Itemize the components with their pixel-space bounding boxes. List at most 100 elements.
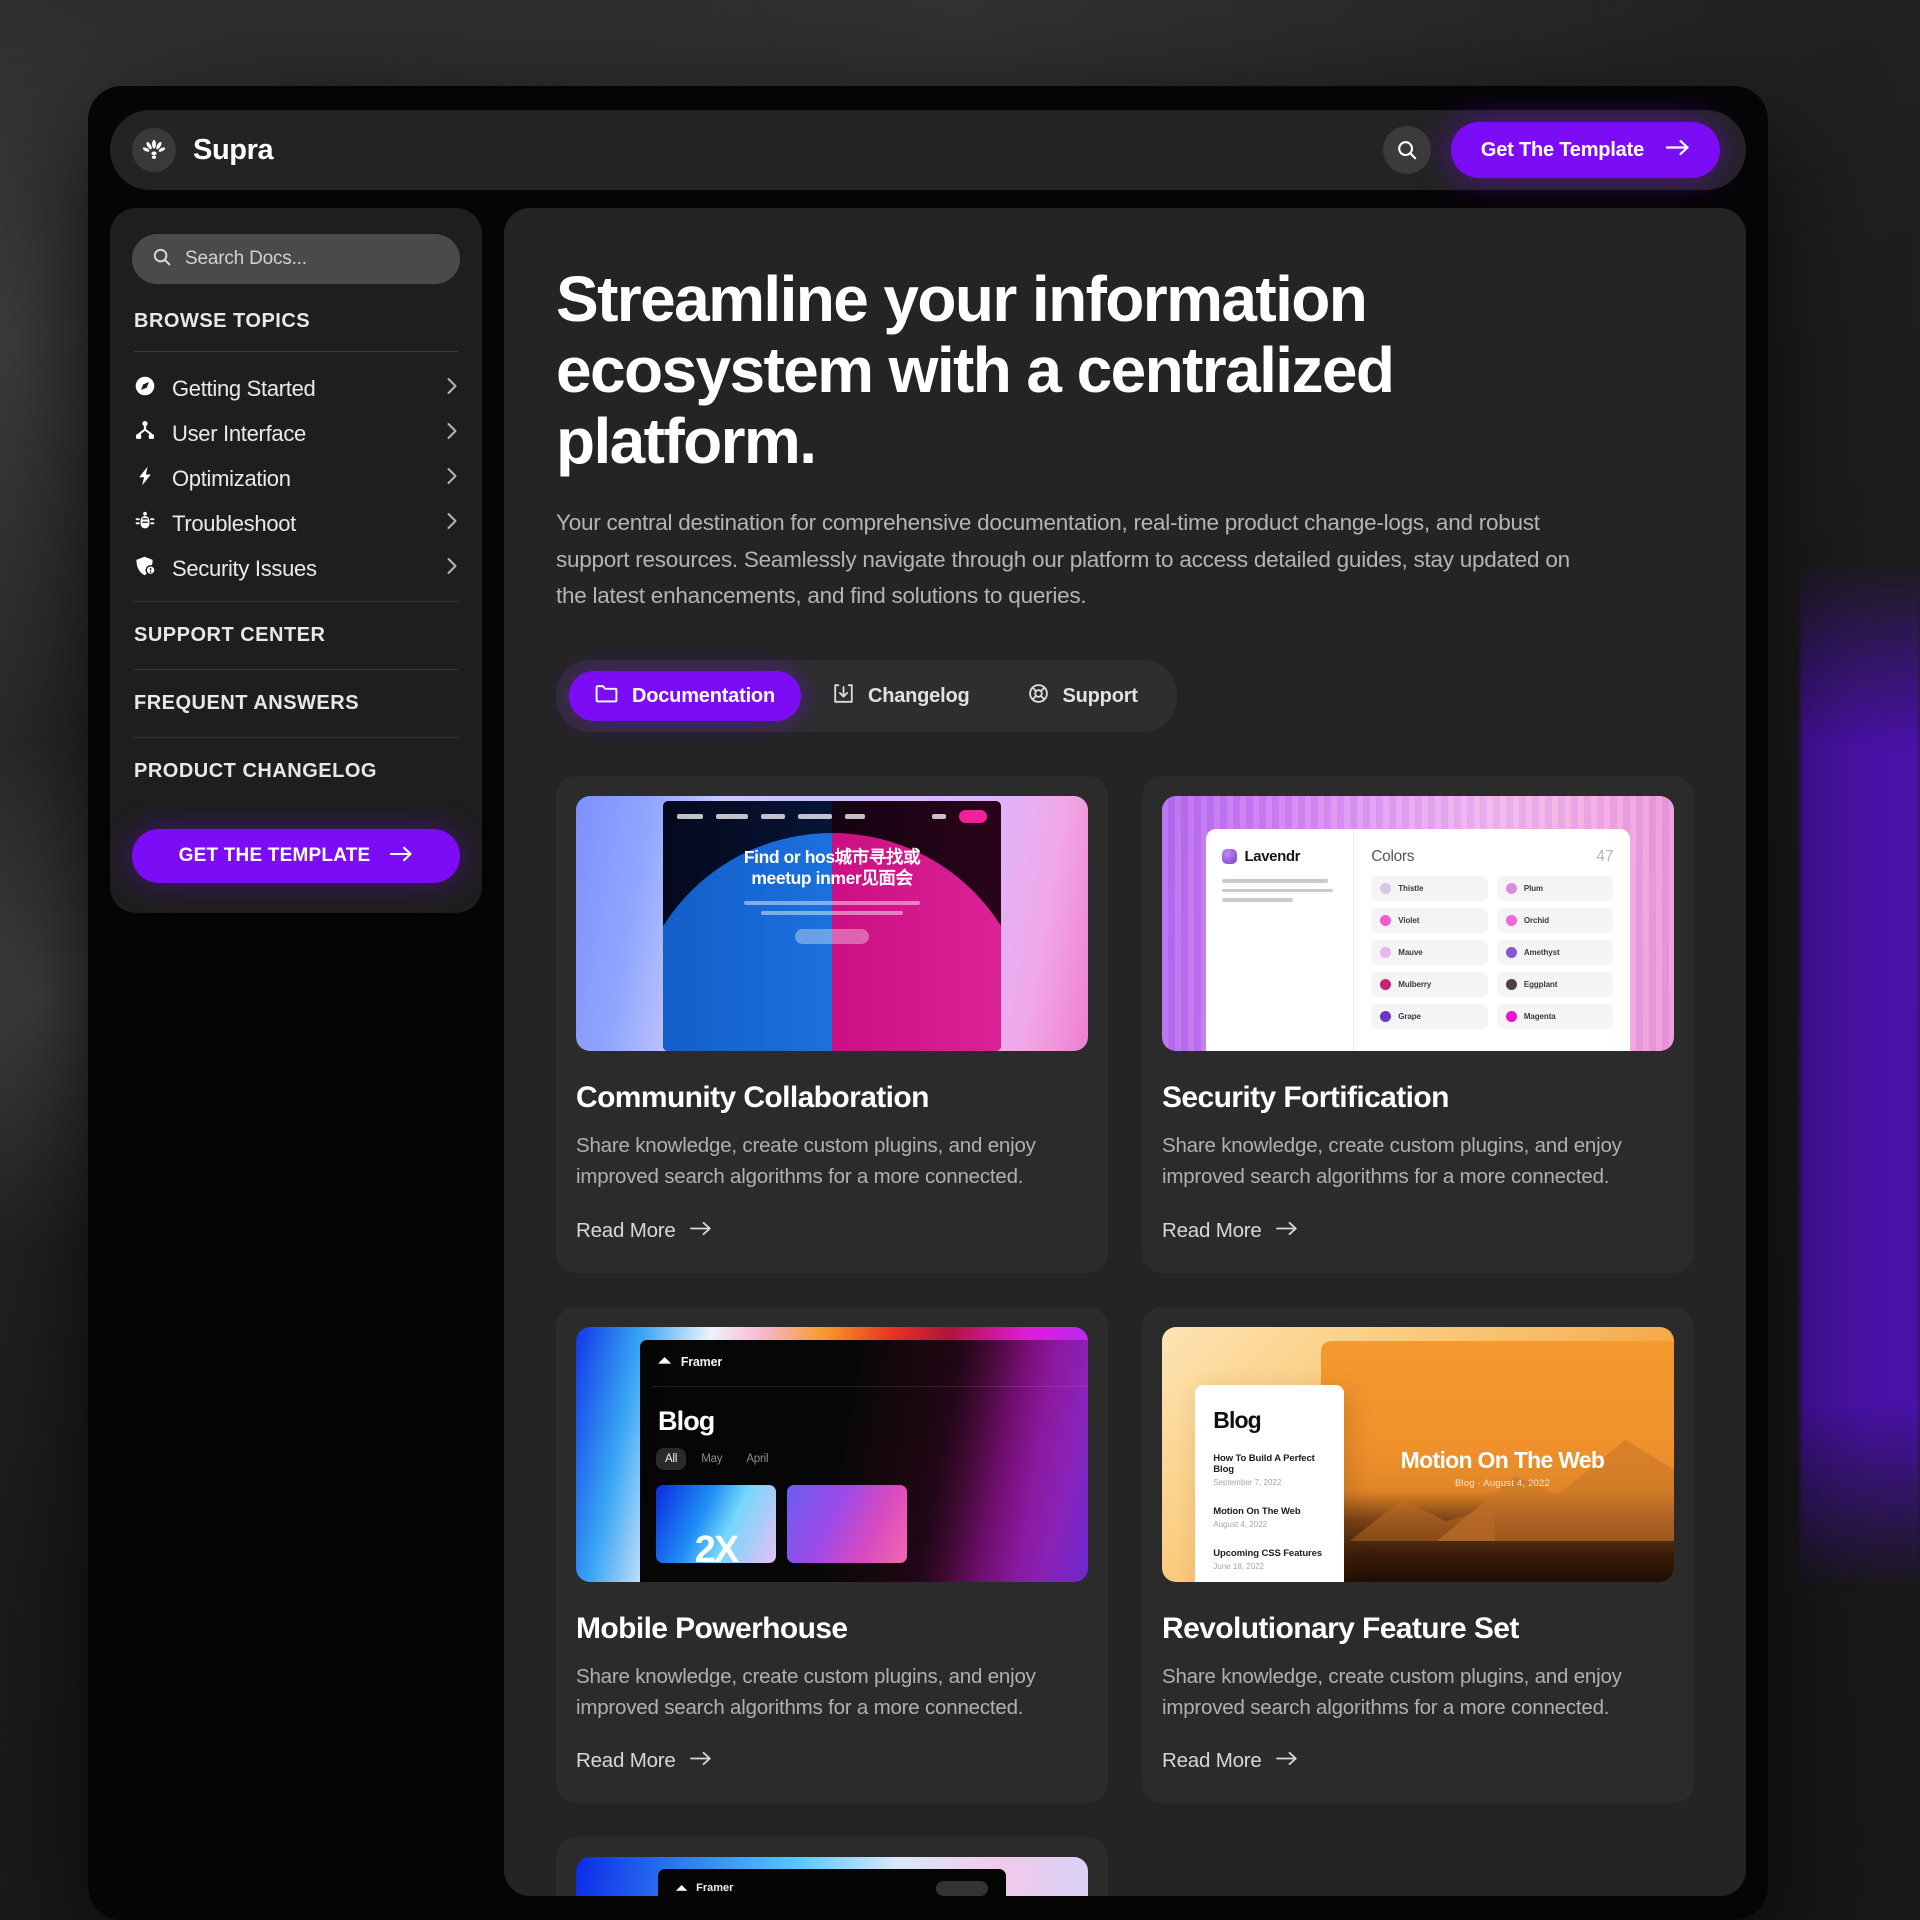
thumb-badge: 2X <box>694 1528 740 1563</box>
card-revolutionary-feature-set[interactable]: Motion On The Web Blog · August 4, 2022 … <box>1142 1306 1694 1804</box>
arrow-right-icon <box>689 1751 712 1771</box>
thumb-blog-heading: Blog <box>658 1405 715 1436</box>
tab-changelog[interactable]: Changelog <box>807 671 996 721</box>
sunburst-logo-icon <box>132 128 176 172</box>
tab-support[interactable]: Support <box>1002 671 1164 721</box>
sidebar-item-label: Troubleshoot <box>172 510 296 536</box>
get-template-button[interactable]: Get The Template <box>1450 122 1720 178</box>
chevron-right-icon <box>446 422 458 445</box>
read-more-label: Read More <box>1162 1749 1262 1773</box>
read-more-link[interactable]: Read More <box>576 1219 1088 1243</box>
swatch-dot-icon <box>1380 947 1392 959</box>
tab-label: Changelog <box>867 684 970 707</box>
tab-documentation[interactable]: Documentation <box>569 671 801 722</box>
swatch-label: Orchid <box>1523 916 1550 926</box>
sidebar-item-security-issues[interactable]: Security Issues <box>132 546 460 591</box>
card-security-fortification[interactable]: Lavendr Colors 47 Thistle Plum Violet Orchi… <box>1142 776 1694 1273</box>
card-thumbnail-framer-blog: ⏶ Framer Blog All May April 2X <box>576 1326 1088 1582</box>
card-description: Share knowledge, create custom plugins, … <box>1162 1134 1622 1189</box>
card-title: Mobile Powerhouse <box>576 1611 848 1645</box>
card-community-collaboration[interactable]: Find or hos城市寻找或 meetup inmer见面会 Communi… <box>556 776 1108 1273</box>
sidebar-link-product-changelog[interactable]: PRODUCT CHANGELOG <box>132 738 460 805</box>
sidebar-get-template-button[interactable]: GET THE TEMPLATE <box>132 829 460 883</box>
swatch-dot-icon <box>1380 979 1392 991</box>
search-docs-input[interactable]: Search Docs... <box>132 234 460 284</box>
swatch-label: Amethyst <box>1523 948 1560 958</box>
chevron-right-icon <box>446 557 458 580</box>
node-person-icon <box>134 420 156 447</box>
arrow-right-icon <box>390 846 413 867</box>
card-next-partial[interactable]: ⏶ Framer <box>556 1837 1108 1896</box>
tab-label: Support <box>1062 684 1138 707</box>
download-tray-icon <box>833 683 854 709</box>
top-navigation-bar: Supra Get The Template <box>110 110 1746 190</box>
sidebar-item-label: User Interface <box>172 420 306 446</box>
read-more-label: Read More <box>576 1218 676 1242</box>
color-swatch: Grape <box>1371 1004 1488 1030</box>
thumb-headline-1: Find or hos城市寻找或 <box>743 847 921 868</box>
search-docs-placeholder: Search Docs... <box>185 248 307 269</box>
cards-grid: Find or hos城市寻找或 meetup inmer见面会 Communi… <box>556 776 1694 1896</box>
card-mobile-powerhouse[interactable]: ⏶ Framer Blog All May April 2X Mobile Po… <box>556 1306 1108 1804</box>
card-description: Share knowledge, create custom plugins, … <box>576 1134 1036 1189</box>
swatch-dot-icon <box>1505 979 1517 991</box>
thumb-post-title: How To Build A Perfect Blog <box>1213 1452 1315 1475</box>
swatch-label: Mauve <box>1398 948 1423 958</box>
card-title: Community Collaboration <box>576 1081 929 1115</box>
thumb-hero-meta: Blog · August 4, 2022 <box>1454 1478 1550 1490</box>
card-description: Share knowledge, create custom plugins, … <box>576 1664 1036 1719</box>
arrow-right-icon <box>1275 1221 1298 1241</box>
card-thumbnail-motion-web: Motion On The Web Blog · August 4, 2022 … <box>1162 1326 1674 1582</box>
read-more-label: Read More <box>1162 1218 1262 1242</box>
swatch-label: Eggplant <box>1523 980 1558 990</box>
browser-window-frame: Supra Get The Template Search Docs... BR… <box>88 86 1768 1920</box>
read-more-link[interactable]: Read More <box>1162 1219 1674 1243</box>
thumb-hero-title: Motion On The Web <box>1400 1446 1605 1473</box>
get-template-label: Get The Template <box>1480 138 1644 161</box>
thumb-post-date: September 7, 2022 <box>1213 1477 1282 1487</box>
sidebar-item-optimization[interactable]: Optimization <box>132 456 460 501</box>
swatch-dot-icon <box>1505 915 1517 927</box>
read-more-link[interactable]: Read More <box>576 1749 1088 1773</box>
brand-logo[interactable]: Supra <box>132 128 274 172</box>
color-swatch: Plum <box>1496 876 1614 902</box>
arrow-right-icon <box>1275 1751 1298 1771</box>
sidebar-item-label: Optimization <box>172 465 291 491</box>
sidebar-item-getting-started[interactable]: Getting Started <box>132 366 460 411</box>
compass-icon <box>134 375 156 402</box>
swatch-dot-icon <box>1505 883 1517 895</box>
swatch-label: Magenta <box>1523 1012 1556 1022</box>
color-swatch: Magenta <box>1496 1004 1614 1030</box>
swatch-dot-icon <box>1505 947 1517 959</box>
sidebar-item-label: Getting Started <box>172 375 316 401</box>
thumb-post-date: August 4, 2022 <box>1213 1519 1268 1529</box>
lifebuoy-icon <box>1028 683 1049 709</box>
thumb-filter-may: May <box>701 1452 723 1465</box>
swatch-label: Grape <box>1398 1012 1421 1022</box>
sidebar-link-support-center[interactable]: SUPPORT CENTER <box>132 602 460 669</box>
chevron-right-icon <box>446 377 458 400</box>
read-more-label: Read More <box>576 1749 676 1773</box>
colors-heading: Colors <box>1371 848 1415 866</box>
color-swatch-list: Thistle Plum Violet Orchid Mauve Amethyst Mulb… <box>1371 876 1614 1030</box>
lightning-bolt-icon <box>134 465 156 492</box>
top-bar-actions: Get The Template <box>1382 122 1720 178</box>
swatch-dot-icon <box>1380 915 1392 927</box>
search-icon[interactable] <box>1382 126 1431 174</box>
chevron-right-icon <box>446 467 458 490</box>
thumb-blog-heading: Blog <box>1213 1406 1261 1433</box>
search-icon <box>152 247 172 272</box>
swatch-dot-icon <box>1380 883 1392 895</box>
sidebar-item-troubleshoot[interactable]: Troubleshoot <box>132 501 460 546</box>
color-swatch: Thistle <box>1371 876 1488 902</box>
swatch-dot-icon <box>1505 1011 1517 1023</box>
arrow-right-icon <box>1665 139 1690 161</box>
color-swatch: Mulberry <box>1371 972 1488 998</box>
color-swatch: Amethyst <box>1496 940 1614 966</box>
read-more-link[interactable]: Read More <box>1162 1749 1674 1773</box>
swatch-label: Plum <box>1523 884 1544 894</box>
card-title: Revolutionary Feature Set <box>1162 1611 1519 1645</box>
color-swatch: Violet <box>1371 908 1488 934</box>
sidebar-link-frequent-answers[interactable]: FREQUENT ANSWERS <box>132 670 460 737</box>
sidebar-item-user-interface[interactable]: User Interface <box>132 411 460 456</box>
